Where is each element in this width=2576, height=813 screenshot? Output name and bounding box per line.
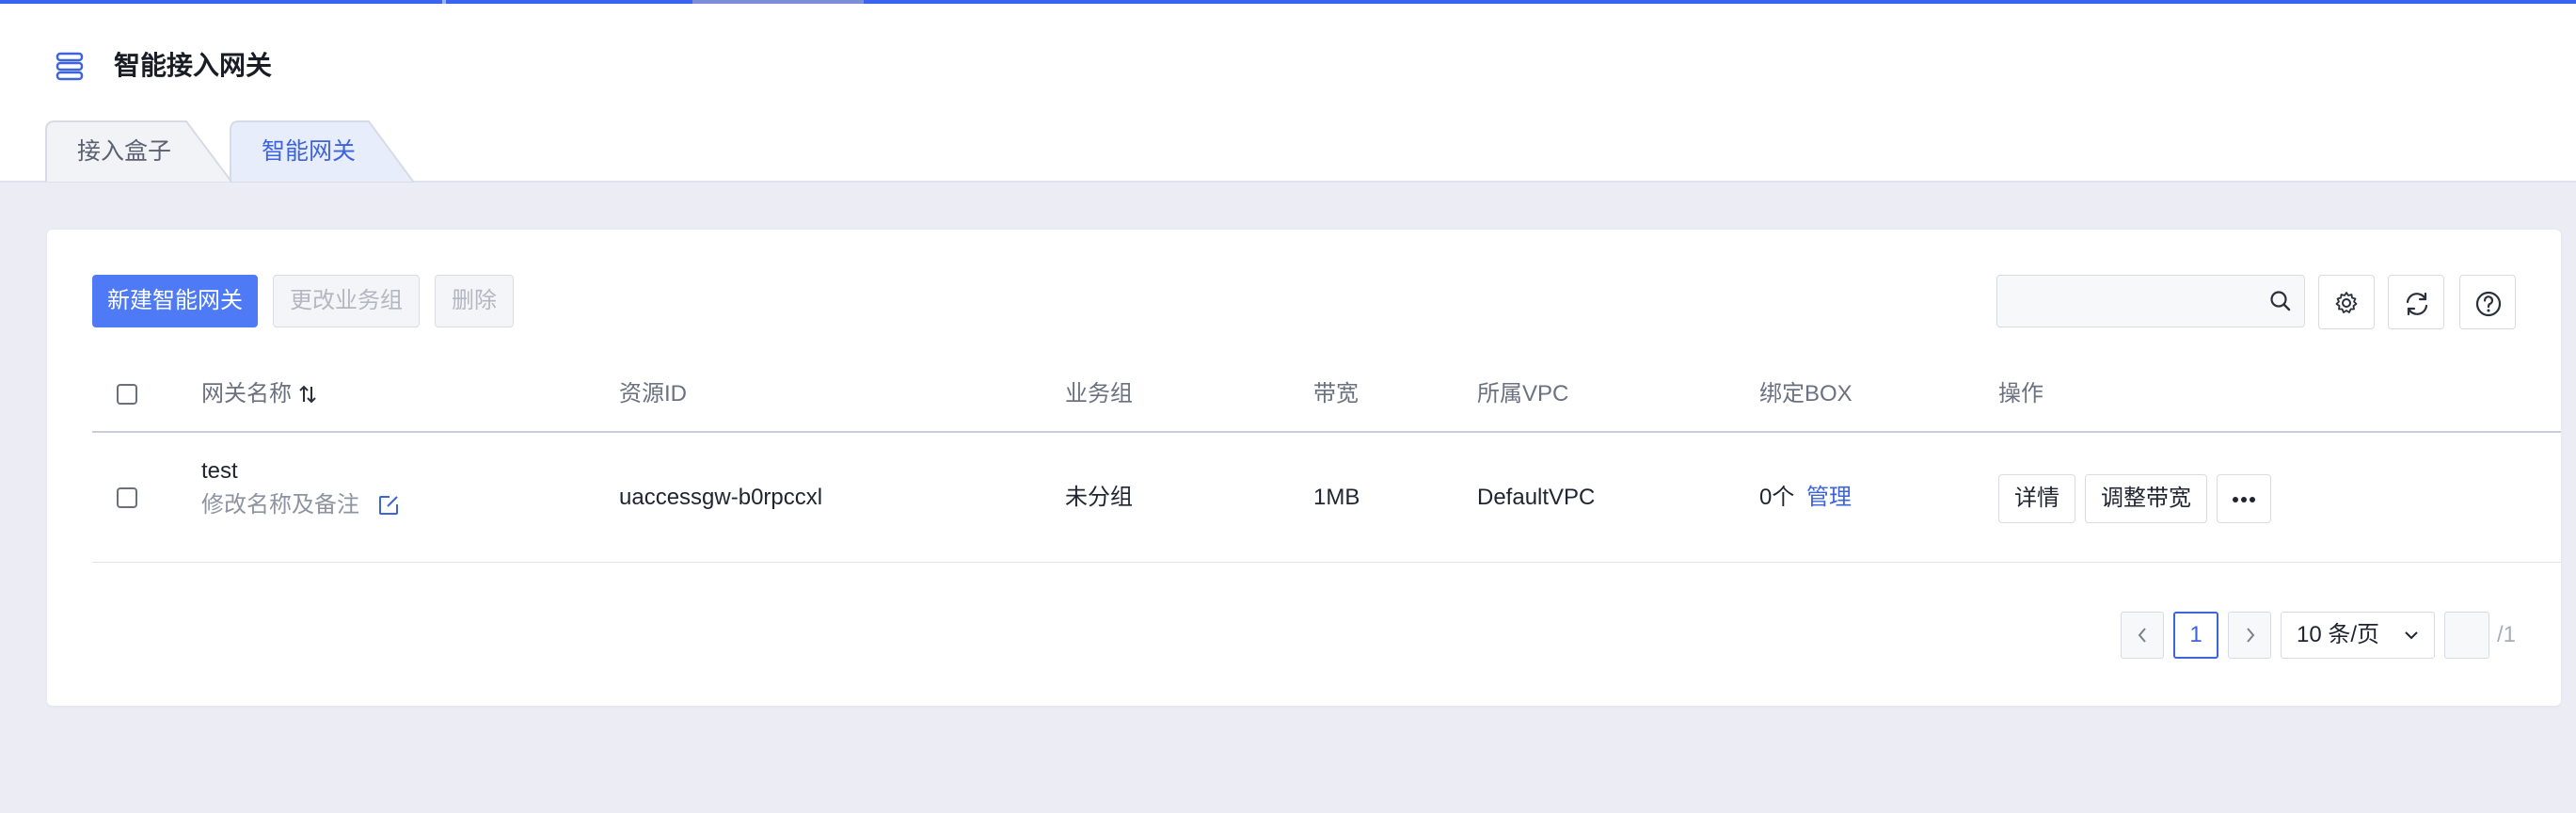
tab-label: 智能网关 [262, 138, 357, 165]
refresh-icon [2406, 292, 2428, 316]
help-icon [2475, 291, 2502, 317]
change-group-button[interactable]: 更改业务组 [273, 275, 420, 327]
chevron-right-icon [2247, 628, 2255, 643]
adjust-bandwidth-button[interactable]: 调整带宽 [2085, 474, 2207, 523]
help-button[interactable] [2459, 275, 2516, 329]
select-all-checkbox[interactable] [117, 384, 137, 405]
search-box[interactable] [1996, 275, 2305, 327]
column-header-bandwidth: 带宽 [1313, 381, 1359, 406]
tab-smart-gateway[interactable]: 智能网关 [230, 120, 418, 183]
more-actions-button[interactable] [2217, 474, 2271, 523]
column-header-resource-id: 资源ID [619, 381, 687, 406]
column-header-bound-box: 绑定BOX [1759, 381, 1852, 406]
bound-box-count: 0个 [1759, 485, 1795, 510]
edit-icon[interactable] [377, 494, 400, 517]
gateway-list-card: 新建智能网关 更改业务组 删除 网关名称 资源ID 业务组 带宽 所属VPC 绑… [47, 230, 2561, 706]
column-header-actions: 操作 [1998, 381, 2043, 406]
page-title: 智能接入网关 [114, 51, 273, 80]
tab-label: 接入盒子 [77, 138, 172, 165]
page-size-label: 10 条/页 [2297, 622, 2380, 647]
menu-icon[interactable] [55, 49, 85, 83]
settings-button[interactable] [2318, 275, 2375, 329]
more-icon [2233, 496, 2255, 502]
row-checkbox[interactable] [117, 487, 137, 508]
gear-icon [2335, 292, 2358, 313]
page-number-current[interactable]: 1 [2173, 612, 2218, 659]
sort-icon[interactable] [298, 384, 317, 405]
table-header: 网关名称 资源ID 业务组 带宽 所属VPC 绑定BOX 操作 [92, 356, 2561, 433]
search-icon[interactable] [2268, 289, 2293, 313]
prev-page-button[interactable] [2121, 612, 2164, 659]
gateway-name: test [201, 458, 238, 484]
delete-button[interactable]: 删除 [435, 275, 514, 327]
search-input[interactable] [1997, 276, 2251, 327]
resource-id: uaccessgw-b0rpccxl [619, 485, 823, 510]
bound-box: 0个 管理 [1759, 484, 1852, 512]
table-row: test 修改名称及备注 uaccessgw-b0rpccxl 未分组 1MB … [92, 433, 2561, 563]
refresh-button[interactable] [2388, 275, 2444, 329]
details-button[interactable]: 详情 [1998, 474, 2075, 523]
bandwidth: 1MB [1313, 485, 1360, 510]
edit-name-remark-label: 修改名称及备注 [201, 492, 359, 518]
column-header-name[interactable]: 网关名称 [201, 356, 317, 433]
vpc-name: DefaultVPC [1477, 485, 1596, 510]
tab-access-box[interactable]: 接入盒子 [45, 120, 233, 183]
next-page-button[interactable] [2228, 612, 2271, 659]
page-jump-input[interactable] [2444, 612, 2489, 659]
page-size-select[interactable]: 10 条/页 [2281, 612, 2435, 659]
column-header-group: 业务组 [1065, 381, 1133, 406]
edit-name-remark-link[interactable]: 修改名称及备注 [201, 491, 400, 519]
column-header-vpc: 所属VPC [1477, 381, 1569, 406]
business-group: 未分组 [1065, 485, 1133, 510]
create-gateway-button[interactable]: 新建智能网关 [92, 275, 258, 327]
manage-box-link[interactable]: 管理 [1806, 485, 1852, 510]
chevron-left-icon [2138, 628, 2146, 643]
column-header-label: 网关名称 [201, 381, 292, 406]
page-total: /1 [2497, 622, 2517, 647]
chevron-down-icon [2405, 631, 2418, 640]
